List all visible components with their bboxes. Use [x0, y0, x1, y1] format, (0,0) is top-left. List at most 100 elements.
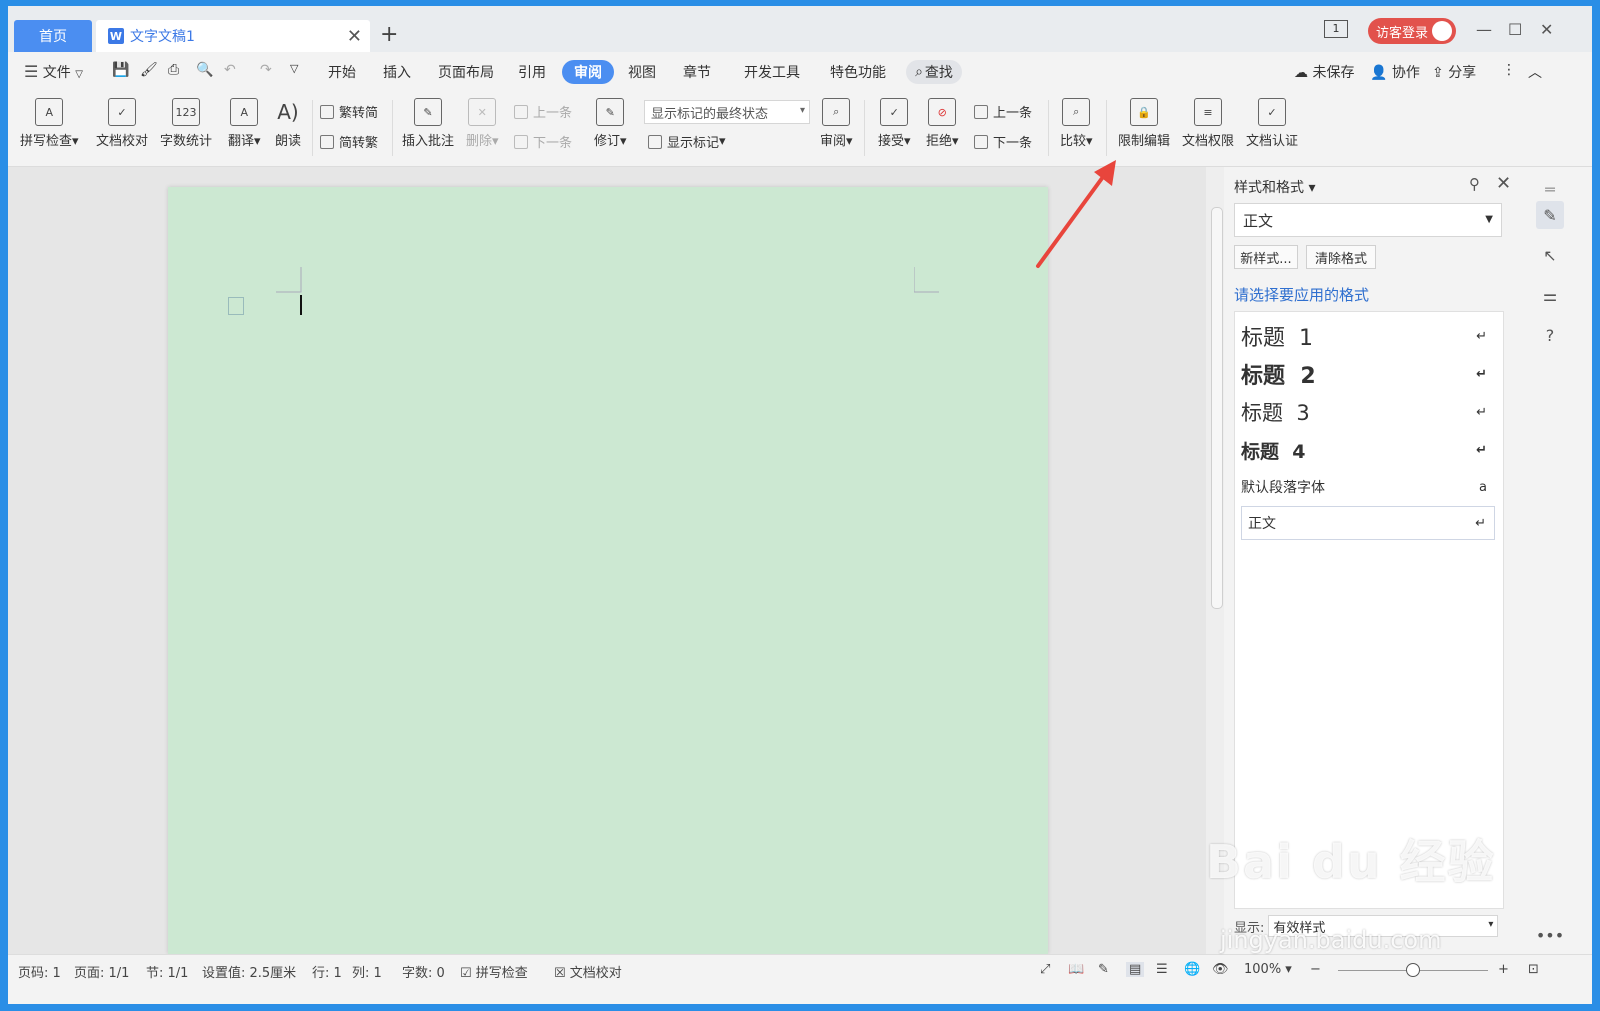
- format-painter-icon[interactable]: 🖌: [140, 62, 158, 78]
- undo-icon[interactable]: ↶: [224, 62, 236, 78]
- list-item[interactable]: 默认段落字体 a: [1241, 470, 1495, 504]
- status-section[interactable]: 节: 1/1: [146, 962, 188, 981]
- menu-developer[interactable]: 开发工具: [744, 62, 800, 82]
- status-row[interactable]: 行: 1: [312, 962, 342, 981]
- collaborate-button[interactable]: 👤 协作: [1370, 62, 1420, 82]
- close-pane-icon[interactable]: ✕: [1496, 173, 1511, 194]
- tab-home[interactable]: 首页: [14, 20, 92, 52]
- prev-change-button[interactable]: 上一条: [974, 102, 1032, 121]
- new-style-button[interactable]: 新样式...: [1234, 245, 1298, 269]
- pane-title[interactable]: 样式和格式 ▾: [1234, 177, 1315, 197]
- file-menu[interactable]: ☰ 文件 ▽: [24, 62, 83, 82]
- restrict-editing-button[interactable]: 🔒 限制编辑: [1118, 98, 1170, 149]
- web-view-icon[interactable]: 🌐: [1184, 962, 1200, 977]
- select-cursor-icon[interactable]: ↖: [1536, 241, 1564, 269]
- markup-state-select[interactable]: 显示标记的最终状态 ▾: [644, 100, 810, 124]
- menu-page-layout[interactable]: 页面布局: [438, 62, 494, 82]
- save-icon[interactable]: 💾: [112, 62, 129, 78]
- track-changes-button[interactable]: ✎ 修订▾: [594, 98, 627, 149]
- reject-button[interactable]: ⊘ 拒绝▾: [926, 98, 959, 149]
- zoom-out-icon[interactable]: −: [1310, 962, 1321, 977]
- accept-button[interactable]: ✓ 接受▾: [878, 98, 911, 149]
- menu-start[interactable]: 开始: [328, 62, 356, 82]
- compare-button[interactable]: ⌕ 比较▾: [1060, 98, 1093, 149]
- status-setting-value[interactable]: 设置值: 2.5厘米: [202, 962, 296, 981]
- collapse-ribbon-icon[interactable]: ︿: [1528, 62, 1542, 82]
- translate-button[interactable]: A 翻译▾: [228, 98, 261, 149]
- zoom-level[interactable]: 100% ▾: [1244, 962, 1292, 977]
- current-style-select[interactable]: 正文 ▼: [1234, 203, 1502, 237]
- doc-certification-button[interactable]: ✓ 文档认证: [1246, 98, 1298, 149]
- document-canvas[interactable]: [8, 167, 1224, 954]
- menu-insert[interactable]: 插入: [383, 62, 411, 82]
- close-window-icon[interactable]: ✕: [1540, 20, 1553, 39]
- document-page[interactable]: [168, 187, 1048, 954]
- more-options-icon[interactable]: ⋮: [1502, 62, 1516, 78]
- scrollbar-thumb[interactable]: [1211, 207, 1223, 609]
- find-button[interactable]: ⌕ 查找: [906, 60, 962, 84]
- eye-protection-icon[interactable]: 👁: [1212, 962, 1229, 977]
- page-view-icon[interactable]: ▤: [1126, 962, 1145, 977]
- show-markup-button[interactable]: 显示标记 ▾: [648, 132, 726, 151]
- help-icon[interactable]: ?: [1536, 321, 1564, 349]
- status-word-count[interactable]: 字数: 0: [402, 962, 445, 981]
- word-count-button[interactable]: 123 字数统计: [160, 98, 212, 149]
- drag-handle-icon[interactable]: ═: [1536, 175, 1564, 203]
- review-pane-button[interactable]: ⌕ 审阅▾: [820, 98, 853, 149]
- pin-icon[interactable]: ⚲: [1469, 175, 1480, 193]
- unsaved-status[interactable]: ☁ 未保存: [1294, 62, 1354, 82]
- menu-special-features[interactable]: 特色功能: [830, 62, 886, 82]
- ribbon-divider: [1048, 100, 1049, 156]
- write-mode-icon[interactable]: ✎: [1098, 962, 1109, 977]
- close-tab-icon[interactable]: ✕: [347, 26, 362, 47]
- list-item[interactable]: 正文 ↵: [1241, 506, 1495, 540]
- spell-check-button[interactable]: A 拼写检查▾: [20, 98, 79, 149]
- status-page-number[interactable]: 页码: 1: [18, 962, 61, 981]
- insert-comment-button[interactable]: ✎ 插入批注: [402, 98, 454, 149]
- status-spell-check[interactable]: ☑ 拼写检查: [460, 962, 528, 981]
- status-doc-check[interactable]: ☒ 文档校对: [554, 962, 622, 981]
- menu-references[interactable]: 引用: [518, 62, 546, 82]
- next-change-button[interactable]: 下一条: [974, 132, 1032, 151]
- menu-review[interactable]: 审阅: [562, 60, 614, 84]
- paste-options-icon[interactable]: [228, 297, 244, 315]
- print-icon[interactable]: ⎙: [168, 62, 179, 78]
- zoom-slider-handle[interactable]: [1406, 963, 1420, 977]
- list-item[interactable]: 标题 1 ↵: [1241, 318, 1495, 354]
- new-tab-plus-icon[interactable]: +: [380, 22, 398, 47]
- minimize-icon[interactable]: —: [1476, 20, 1492, 39]
- simp-to-trad-button[interactable]: 简转繁: [320, 132, 378, 151]
- guest-login-button[interactable]: 访客登录: [1368, 18, 1456, 44]
- fullscreen-icon[interactable]: ⤢: [1040, 962, 1050, 977]
- settings-sliders-icon[interactable]: ⚌: [1536, 281, 1564, 309]
- read-mode-icon[interactable]: 📖: [1068, 962, 1084, 977]
- menu-view[interactable]: 视图: [628, 62, 656, 82]
- list-item[interactable]: 标题 4 ↵: [1241, 432, 1495, 468]
- clear-format-button[interactable]: 清除格式: [1306, 245, 1376, 269]
- status-column[interactable]: 列: 1: [352, 962, 382, 981]
- share-button[interactable]: ⇪ 分享: [1432, 62, 1476, 82]
- next-comment-button[interactable]: 下一条: [514, 132, 572, 151]
- list-item[interactable]: 标题 2 ↵: [1241, 356, 1495, 392]
- read-aloud-button[interactable]: A) 朗读: [274, 98, 302, 149]
- outline-view-icon[interactable]: ☰: [1156, 962, 1168, 977]
- insert-comment-icon: ✎: [414, 98, 442, 126]
- delete-comment-button[interactable]: ✕ 删除▾: [466, 98, 499, 149]
- doc-proofread-button[interactable]: ✓ 文档校对: [96, 98, 148, 149]
- list-item[interactable]: 标题 3 ↵: [1241, 394, 1495, 430]
- zoom-in-icon[interactable]: +: [1498, 962, 1509, 977]
- trad-to-simp-button[interactable]: 繁转简: [320, 102, 378, 121]
- menu-chapter[interactable]: 章节: [683, 62, 711, 82]
- redo-icon[interactable]: ↷: [260, 62, 272, 78]
- maximize-icon[interactable]: ☐: [1508, 20, 1522, 39]
- print-preview-icon[interactable]: 🔍: [196, 62, 213, 78]
- tab-document[interactable]: W 文字文稿1 ✕: [96, 20, 370, 52]
- status-pages[interactable]: 页面: 1/1: [74, 962, 129, 981]
- style-pen-icon[interactable]: ✎: [1536, 201, 1564, 229]
- doc-permission-button[interactable]: ≡ 文档权限: [1182, 98, 1234, 149]
- more-dots-icon[interactable]: •••: [1536, 921, 1564, 949]
- fit-page-icon[interactable]: ⊡: [1528, 962, 1539, 977]
- prev-comment-button[interactable]: 上一条: [514, 102, 572, 121]
- page-count-indicator[interactable]: 1: [1324, 20, 1348, 38]
- quick-access-dropdown-icon[interactable]: ▽: [290, 62, 298, 75]
